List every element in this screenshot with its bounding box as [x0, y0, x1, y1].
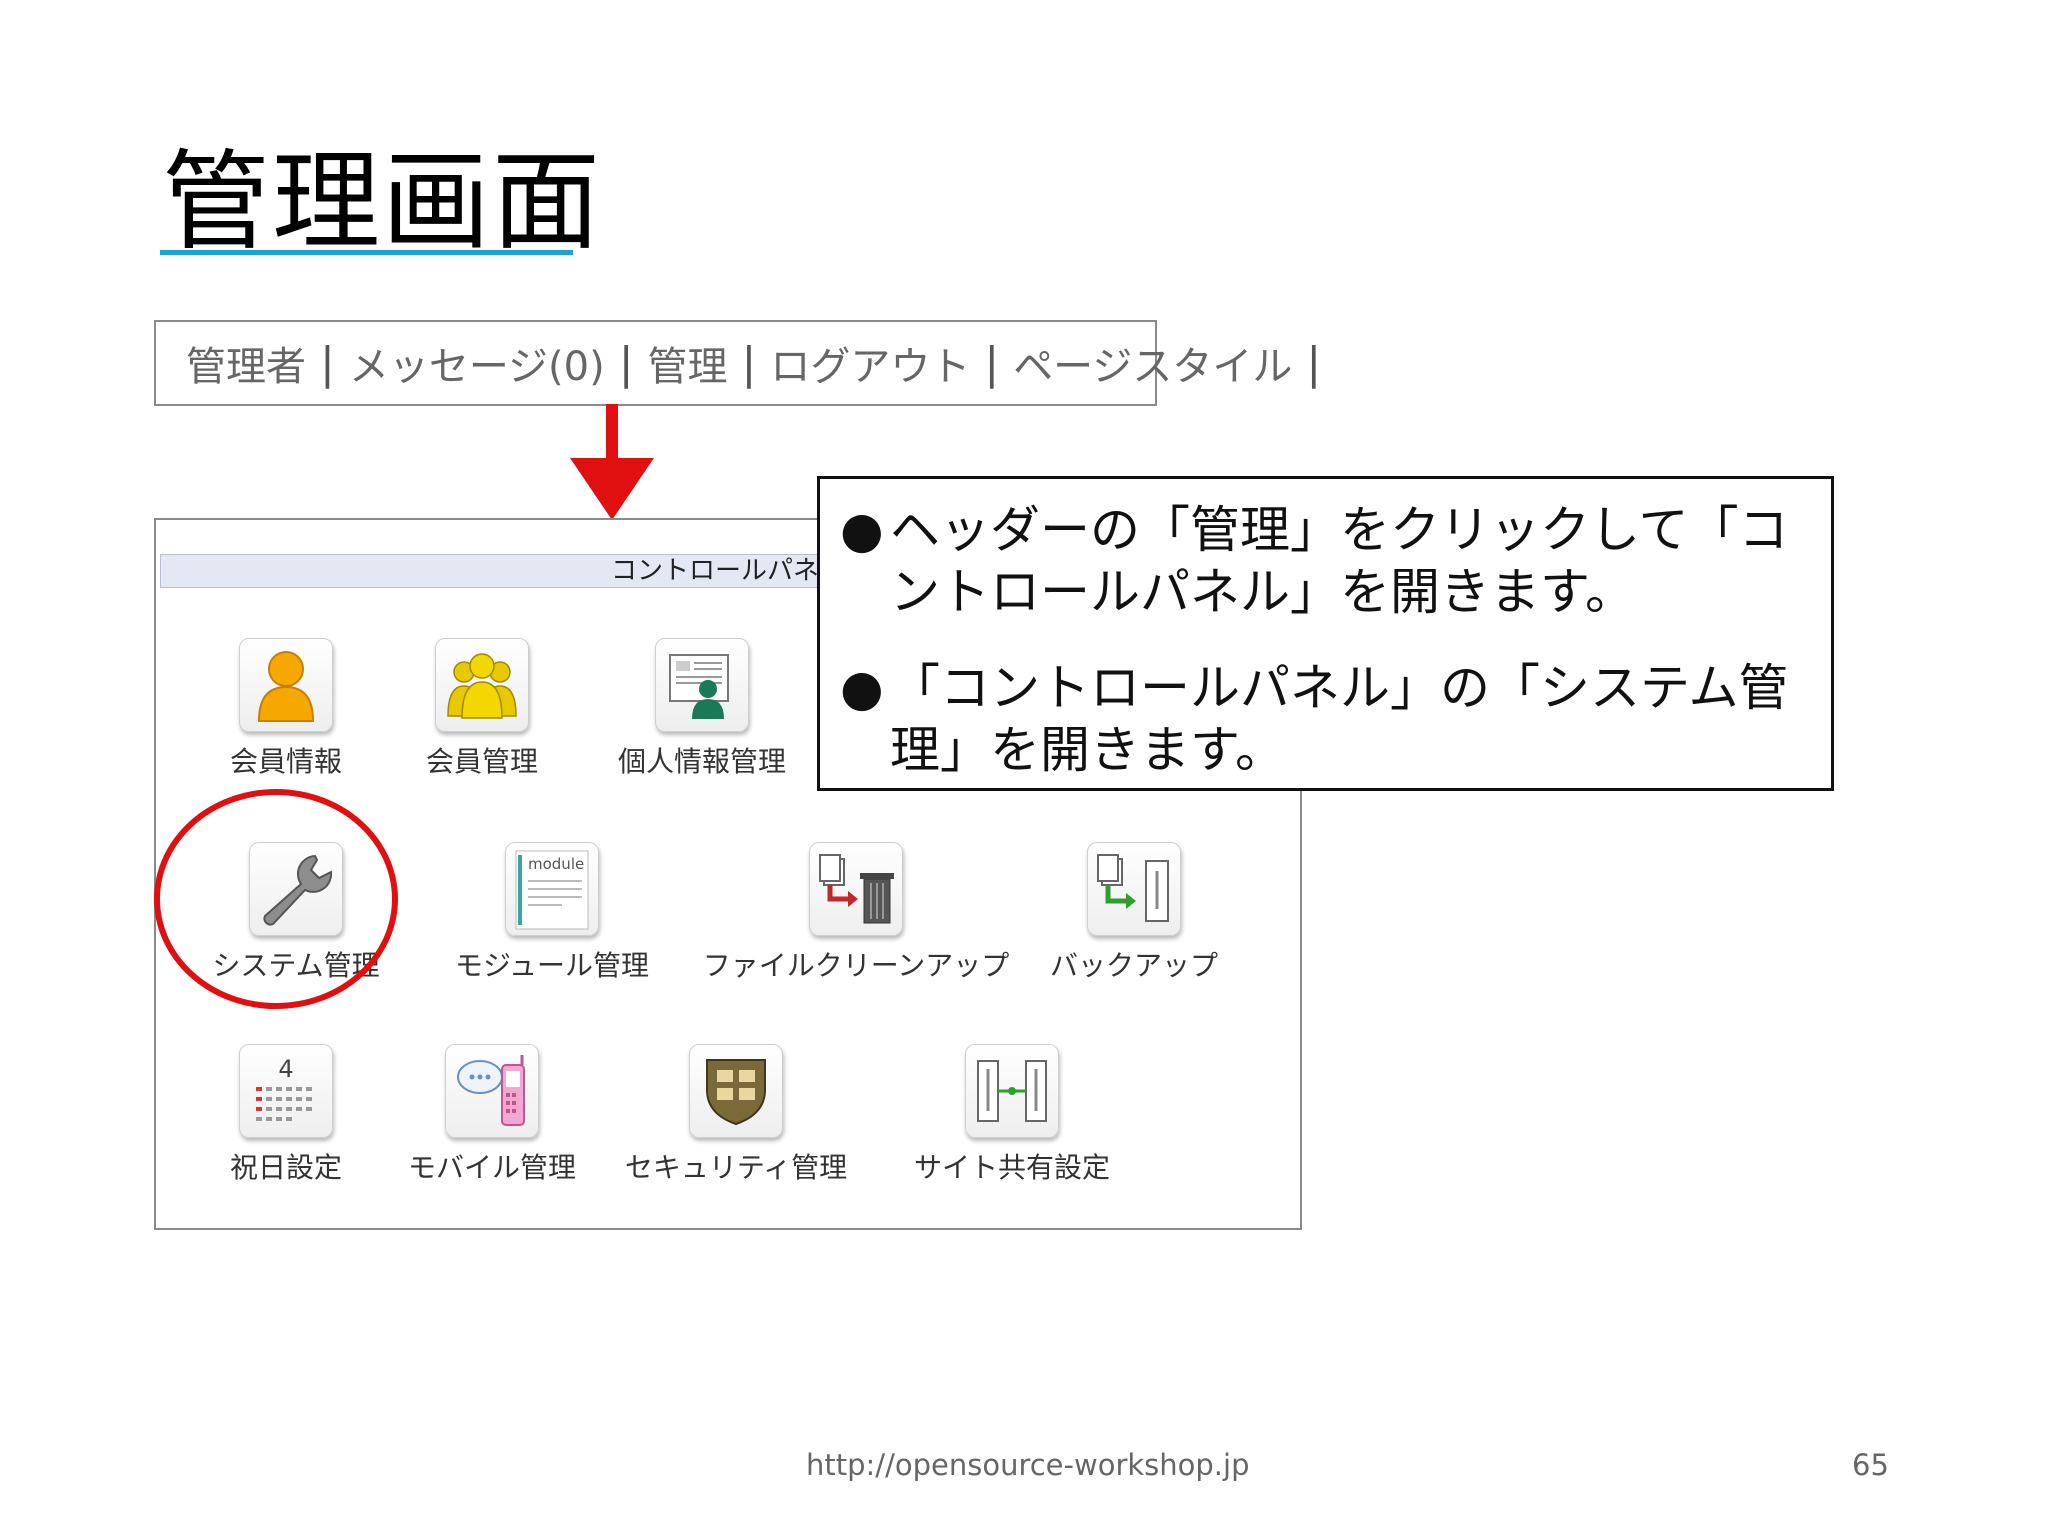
module-icon-text: module	[528, 855, 584, 873]
file-cleanup-icon	[809, 842, 903, 936]
backup-icon	[1087, 842, 1181, 936]
tile-label: 個人情報管理	[617, 745, 786, 778]
down-arrow-icon	[570, 404, 654, 520]
header-menu-bar: 管理者 | メッセージ(0) | 管理 | ログアウト | ページスタイル |	[154, 320, 1321, 406]
tile-label: 会員管理	[425, 745, 538, 778]
tile-label: モバイル管理	[407, 1151, 576, 1184]
header-link-admin[interactable]: 管理	[636, 334, 740, 392]
instruction-bullet: ● 「コントロールパネル」の「システム管理」を開きます。	[840, 657, 1809, 781]
header-link-page-style[interactable]: ページスタイル	[1001, 334, 1304, 392]
site-share-icon	[965, 1044, 1059, 1138]
tile-mobile-admin[interactable]: モバイル管理	[392, 1044, 592, 1186]
instruction-callout: ● ヘッダーの「管理」をクリックして「コントロールパネル」を開きます。 ● 「コ…	[817, 476, 1834, 791]
calendar-icon: 4	[239, 1044, 333, 1138]
tile-personal-info-admin[interactable]: 個人情報管理	[572, 638, 832, 780]
title-underline	[160, 250, 573, 255]
header-link-logout[interactable]: ログアウト	[758, 334, 982, 392]
bullet-icon: ●	[840, 501, 884, 559]
tile-label: セキュリティ管理	[624, 1151, 848, 1184]
tile-label: ファイルクリーンアップ	[702, 949, 1010, 982]
highlight-circle	[154, 789, 398, 1009]
page-number: 65	[1852, 1448, 1889, 1482]
tile-label: バックアップ	[1049, 949, 1218, 982]
tile-member-info[interactable]: 会員情報	[196, 638, 376, 780]
tile-file-cleanup[interactable]: ファイルクリーンアップ	[696, 842, 1016, 984]
instruction-text: ヘッダーの「管理」をクリックして「コントロールパネル」を開きます。	[890, 501, 1789, 621]
slide-title: 管理画面	[162, 140, 603, 265]
bullet-icon: ●	[840, 659, 884, 717]
tile-label: 祝日設定	[229, 1151, 342, 1184]
header-separator: |	[320, 337, 335, 389]
shield-icon	[689, 1044, 783, 1138]
user-icon	[239, 638, 333, 732]
header-separator: |	[741, 337, 757, 389]
tile-holiday-settings[interactable]: 4 祝日設定	[196, 1044, 376, 1186]
tile-label: サイト共有設定	[913, 1151, 1110, 1184]
personal-info-icon	[655, 638, 749, 732]
tile-member-admin[interactable]: 会員管理	[392, 638, 572, 780]
header-separator: |	[618, 337, 634, 389]
header-link-messages[interactable]: メッセージ(0)	[337, 334, 617, 392]
tile-site-share-settings[interactable]: サイト共有設定	[902, 1044, 1122, 1186]
users-icon	[435, 638, 529, 732]
tile-module-admin[interactable]: module モジュール管理	[432, 842, 672, 984]
tile-label: モジュール管理	[454, 949, 650, 982]
header-separator: |	[984, 337, 1000, 389]
instruction-bullet: ● ヘッダーの「管理」をクリックして「コントロールパネル」を開きます。	[840, 499, 1809, 623]
instruction-text: 「コントロールパネル」の「システム管理」を開きます。	[890, 659, 1789, 779]
header-separator: |	[1306, 337, 1322, 389]
footer-url: http://opensource-workshop.jp	[806, 1448, 1250, 1482]
mobile-icon	[445, 1044, 539, 1138]
header-link-admin-user[interactable]: 管理者	[174, 334, 318, 392]
tile-label: 会員情報	[229, 745, 342, 778]
calendar-icon-text: 4	[278, 1055, 293, 1083]
module-icon: module	[505, 842, 599, 936]
tile-security-admin[interactable]: セキュリティ管理	[616, 1044, 856, 1186]
tile-backup[interactable]: バックアップ	[1034, 842, 1234, 984]
